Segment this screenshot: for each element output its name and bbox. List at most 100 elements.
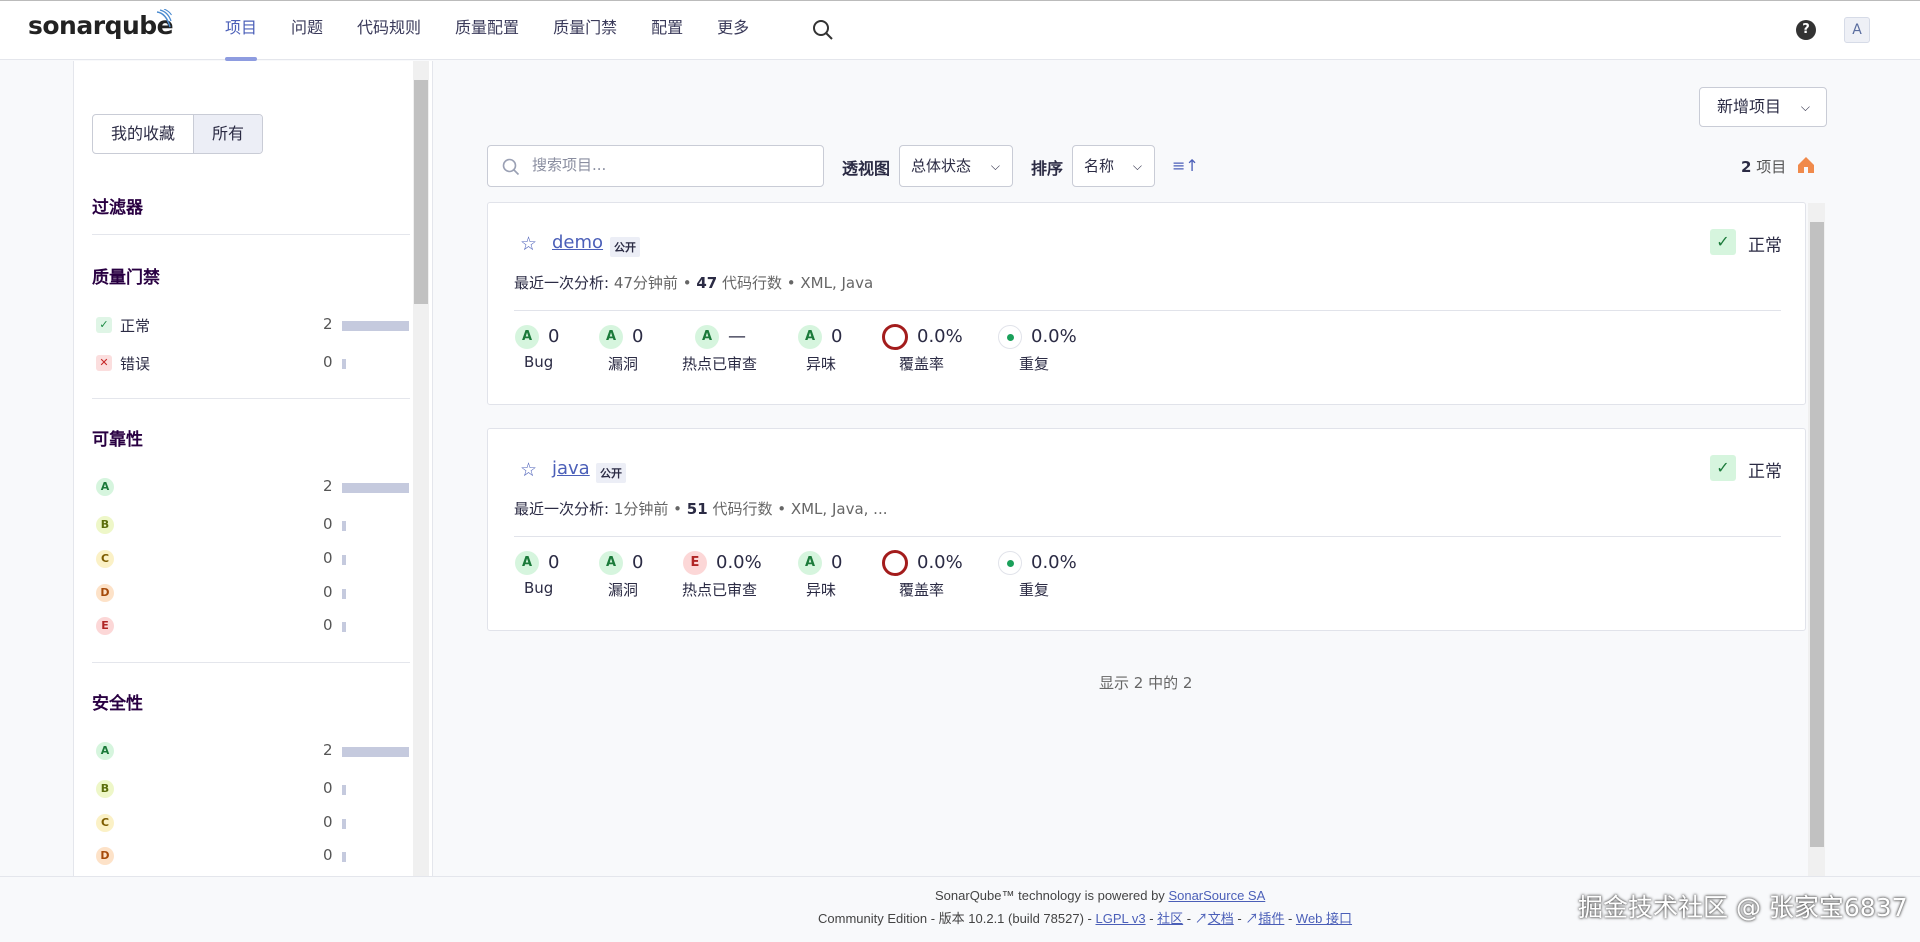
nav-administration[interactable]: 配置 bbox=[634, 1, 700, 61]
rating-badge: E bbox=[96, 617, 114, 635]
nav-rules[interactable]: 代码规则 bbox=[340, 1, 438, 61]
toggle-all[interactable]: 所有 bbox=[193, 115, 263, 153]
star-icon[interactable]: ☆ bbox=[520, 233, 537, 255]
project-search-input[interactable] bbox=[532, 156, 812, 174]
sonarqube-logo[interactable]: sonarqube bbox=[28, 9, 174, 40]
chevron-down-icon: ⌵ bbox=[1800, 100, 1810, 114]
filter-label: 错误 bbox=[120, 355, 151, 373]
metric-value: — bbox=[728, 326, 746, 347]
security-filter-title: 安全性 bbox=[92, 694, 143, 714]
quality-gate-filter-title: 质量门禁 bbox=[92, 268, 160, 288]
filter-count: 2 bbox=[323, 477, 333, 495]
reliability-filter-title: 可靠性 bbox=[92, 430, 143, 450]
metric-label: 重复 bbox=[1019, 581, 1050, 599]
new-project-button[interactable]: 新增项目 ⌵ bbox=[1699, 87, 1827, 127]
community-link[interactable]: 社区 bbox=[1157, 911, 1183, 926]
avatar[interactable]: A bbox=[1844, 17, 1870, 43]
divider bbox=[92, 662, 410, 663]
external-link-icon: ↗ bbox=[1194, 911, 1208, 926]
rating-badge: C bbox=[96, 814, 114, 832]
filter-row-sec-a[interactable]: A 2 bbox=[96, 740, 409, 762]
main-menu: 项目 问题 代码规则 质量配置 质量门禁 配置 更多 bbox=[208, 1, 766, 61]
web-api-link[interactable]: Web 接口 bbox=[1296, 911, 1352, 926]
project-card-demo: ☆ demo 公开 ✓ 正常 最近一次分析: 47分钟前 • 47 代码行数 •… bbox=[487, 202, 1806, 405]
visibility-badge: 公开 bbox=[610, 237, 640, 257]
metric-value: 0 bbox=[632, 326, 644, 347]
filter-bar bbox=[342, 483, 409, 493]
project-list-scrollbar-thumb[interactable] bbox=[1810, 222, 1824, 847]
filter-row-rel-d[interactable]: D 0 bbox=[96, 582, 406, 604]
top-navbar: sonarqube 项目 问题 代码规则 质量配置 质量门禁 配置 更多 ? A bbox=[0, 0, 1920, 61]
nav-quality-gates[interactable]: 质量门禁 bbox=[536, 1, 634, 61]
duplication-icon bbox=[998, 551, 1022, 575]
filter-row-failed[interactable]: ✕ 错误 0 bbox=[96, 352, 406, 374]
filter-row-rel-e[interactable]: E 0 bbox=[96, 615, 406, 637]
nav-projects[interactable]: 项目 bbox=[208, 1, 274, 61]
filter-row-sec-d[interactable]: D 0 bbox=[96, 845, 406, 867]
toggle-favorites[interactable]: 我的收藏 bbox=[93, 115, 193, 153]
check-icon: ✓ bbox=[1710, 229, 1736, 255]
sort-direction-icon[interactable]: ≡↑ bbox=[1172, 156, 1199, 175]
home-icon[interactable] bbox=[1796, 155, 1816, 175]
filter-row-rel-a[interactable]: A 2 bbox=[96, 476, 409, 498]
metric-value: 0.0% bbox=[917, 326, 963, 347]
loc-label: 代码行数 bbox=[721, 274, 782, 292]
rating-badge: C bbox=[96, 550, 114, 568]
metric-label: 热点已审查 bbox=[682, 355, 758, 373]
duplication-icon bbox=[998, 325, 1022, 349]
project-card-java: ☆ java 公开 ✓ 正常 最近一次分析: 1分钟前 • 51 代码行数 • … bbox=[487, 428, 1806, 631]
sort-select[interactable]: 名称 ⌵ bbox=[1072, 145, 1155, 187]
project-count-number: 2 bbox=[1741, 158, 1752, 176]
metric-value: 0 bbox=[632, 552, 644, 573]
nav-issues[interactable]: 问题 bbox=[274, 1, 340, 61]
edition-text: Community Edition - 版本 10.2.1 (build 785… bbox=[818, 911, 1092, 926]
filter-bar bbox=[342, 555, 346, 565]
filter-bar bbox=[342, 521, 346, 531]
project-name-link[interactable]: demo bbox=[552, 232, 603, 253]
metric-label: 重复 bbox=[1019, 355, 1050, 373]
license-link[interactable]: LGPL v3 bbox=[1095, 911, 1145, 926]
filter-count: 0 bbox=[323, 549, 333, 567]
rating-badge: B bbox=[96, 780, 114, 798]
filter-bar bbox=[342, 785, 346, 795]
sort-value: 名称 bbox=[1084, 157, 1115, 175]
rating-badge: A bbox=[599, 551, 623, 575]
filter-label: 正常 bbox=[120, 317, 151, 335]
nav-more[interactable]: 更多 bbox=[700, 1, 766, 61]
filter-count: 0 bbox=[323, 353, 333, 371]
metric-value: 0 bbox=[831, 326, 843, 347]
favorites-all-toggle: 我的收藏 所有 bbox=[92, 114, 264, 154]
quality-gate-status: 正常 bbox=[1748, 236, 1782, 256]
filter-count: 0 bbox=[323, 846, 333, 864]
cross-icon: ✕ bbox=[96, 355, 112, 371]
plugins-link[interactable]: 插件 bbox=[1258, 911, 1284, 926]
filter-row-sec-c[interactable]: C 0 bbox=[96, 812, 406, 834]
powered-by-text: SonarQube™ technology is powered by bbox=[935, 888, 1165, 903]
filter-bar bbox=[342, 819, 346, 829]
project-meta: 最近一次分析: 47分钟前 • 47 代码行数 • XML, Java bbox=[514, 274, 874, 292]
sidebar-scrollbar-thumb[interactable] bbox=[414, 80, 428, 304]
filter-bar bbox=[342, 359, 346, 369]
pagination-summary: 显示 2 中的 2 bbox=[1099, 674, 1193, 692]
filter-row-rel-c[interactable]: C 0 bbox=[96, 548, 406, 570]
search-icon[interactable] bbox=[812, 19, 834, 41]
project-search-box bbox=[487, 145, 824, 187]
last-analysis-label: 最近一次分析: bbox=[514, 500, 610, 518]
star-icon[interactable]: ☆ bbox=[520, 459, 537, 481]
project-name-link[interactable]: java bbox=[552, 458, 590, 479]
filter-row-passed[interactable]: ✓ 正常 2 bbox=[96, 314, 409, 336]
filter-row-sec-b[interactable]: B 0 bbox=[96, 778, 406, 800]
external-link-icon: ↗ bbox=[1245, 911, 1259, 926]
perspective-select[interactable]: 总体状态 ⌵ bbox=[899, 145, 1013, 187]
filter-row-rel-b[interactable]: B 0 bbox=[96, 514, 406, 536]
loc-label: 代码行数 bbox=[712, 500, 773, 518]
logo-text-1: sonar bbox=[28, 11, 105, 40]
perspective-value: 总体状态 bbox=[911, 157, 972, 175]
rating-badge: B bbox=[96, 516, 114, 534]
sort-label: 排序 bbox=[1031, 159, 1064, 178]
docs-link[interactable]: 文档 bbox=[1208, 911, 1234, 926]
filter-count: 0 bbox=[323, 583, 333, 601]
nav-quality-profiles[interactable]: 质量配置 bbox=[438, 1, 536, 61]
help-icon[interactable]: ? bbox=[1796, 20, 1816, 40]
sonarsource-link[interactable]: SonarSource SA bbox=[1168, 888, 1265, 903]
